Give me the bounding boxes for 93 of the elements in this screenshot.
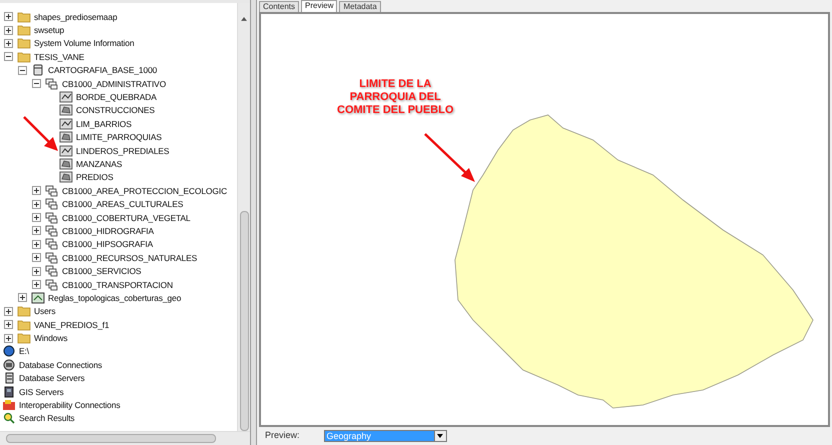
collapse-icon[interactable] [32,79,41,88]
tree-item[interactable]: CB1000_AREA_PROTECCION_ECOLOGIC [62,184,227,197]
globe-icon [2,345,16,358]
annotation-text: PARROQUIA DEL [350,91,441,104]
folder-icon [17,24,31,36]
database-icon [31,64,45,76]
tree-item[interactable]: LIM_BARRIOS [76,118,132,130]
dataset-icon [45,184,59,197]
tree-item[interactable]: CB1000_SERVICIOS [62,265,142,278]
tree-item[interactable]: LINDEROS_PREDIALES [76,144,170,157]
folder-icon [17,10,31,23]
expand-icon[interactable] [4,306,13,316]
line-layer-icon [59,144,73,157]
polygon-layer-icon [59,158,73,170]
tree-item[interactable]: CARTOGRAFIA_BASE_1000 [48,64,157,76]
dropdown-button[interactable] [434,431,446,441]
expand-icon[interactable] [32,186,41,196]
arrow-icon [423,132,477,184]
expand-icon[interactable] [4,334,13,343]
line-layer-icon [59,91,73,104]
vertical-scrollbar[interactable] [237,3,250,431]
dataset-icon [45,252,59,264]
annotation-text: LIMITE DE LA [359,78,432,91]
search-icon [2,412,16,424]
tree-item[interactable]: shapes_prediosemaap [34,10,118,23]
expand-icon[interactable] [32,253,41,262]
tree-item[interactable]: CB1000_HIPSOGRAFIA [62,238,153,250]
tab[interactable]: Metadata [339,1,381,12]
horizontal-scrollbar[interactable] [0,431,250,445]
expand-icon[interactable] [4,12,13,22]
tree-item[interactable]: CB1000_COBERTURA_VEGETAL [62,212,190,224]
annotation-text: COMITE DEL PUEBLO [337,104,454,117]
tree-item[interactable]: E:\ [19,345,29,358]
folder-icon [17,318,31,331]
tree-item[interactable]: CB1000_TRANSPORTACION [62,278,173,290]
tab[interactable]: Preview [301,0,338,12]
expand-icon[interactable] [4,26,13,35]
expand-icon[interactable] [4,38,13,48]
tree-item[interactable]: MANZANAS [76,158,122,170]
tree-item[interactable]: System Volume Information [34,37,134,50]
tree-item[interactable]: BORDE_QUEBRADA [76,91,157,104]
dataset-icon [45,238,59,250]
toolbox-icon [2,399,16,412]
tree-item[interactable]: Database Servers [19,372,85,384]
expand-icon[interactable] [32,200,41,209]
tree-item[interactable]: GIS Servers [19,386,64,398]
dataset-icon [45,265,59,278]
tree-item[interactable]: Reglas_topologicas_coberturas_geo [48,292,182,304]
caret-icon [437,434,444,438]
folder-icon [17,332,31,344]
tab[interactable]: Contents [259,1,300,12]
tree-item[interactable]: CB1000_AREAS_CULTURALES [62,198,184,210]
tree-item[interactable]: Database Connections [19,358,102,371]
topology-icon [31,292,45,304]
line-layer-icon [59,118,73,130]
collapse-icon[interactable] [4,52,13,62]
polygon-layer-icon [59,171,73,184]
expand-icon[interactable] [4,320,13,330]
expand-icon[interactable] [32,213,41,222]
dataset-icon [45,278,59,290]
polygon-layer-icon [59,104,73,116]
tree-item[interactable]: CB1000_HIDROGRAFIA [62,224,154,237]
arrow-icon [22,115,60,153]
expand-icon[interactable] [32,240,41,249]
database-connection-icon [2,358,16,371]
tree-item[interactable]: LIMITE_PARROQUIAS [76,131,162,144]
expand-icon[interactable] [18,293,27,302]
polygon-layer-icon [59,131,73,144]
folder-icon [17,305,31,318]
expand-icon[interactable] [32,266,41,276]
dataset-icon [45,212,59,224]
expand-icon[interactable] [32,280,41,289]
scroll-up-arrow-icon[interactable] [241,17,247,21]
folder-icon [17,37,31,50]
collapse-icon[interactable] [18,66,27,75]
tree-item[interactable]: TESIS_VANE [34,50,84,63]
dataset-icon [45,224,59,237]
tree-item[interactable]: Users [34,305,56,318]
tree-item[interactable]: Search Results [19,412,75,424]
preview-label: Preview: [265,429,300,442]
tree-item[interactable]: PREDIOS [76,171,114,184]
tree-item[interactable]: CONSTRUCCIONES [76,104,155,116]
tree-item[interactable]: CB1000_ADMINISTRATIVO [62,78,166,90]
tree-item[interactable]: CB1000_RECURSOS_NATURALES [62,252,197,264]
dataset-icon [45,198,59,210]
folder-icon [17,50,31,63]
tree-item[interactable]: Windows [34,332,68,344]
tree-item[interactable]: swsetup [34,24,64,36]
tree-item[interactable]: Interoperability Connections [19,399,120,412]
tree-item[interactable]: VANE_PREDIOS_f1 [34,318,110,331]
expand-icon[interactable] [32,226,41,236]
dataset-icon [45,78,59,90]
server-icon [2,386,16,398]
